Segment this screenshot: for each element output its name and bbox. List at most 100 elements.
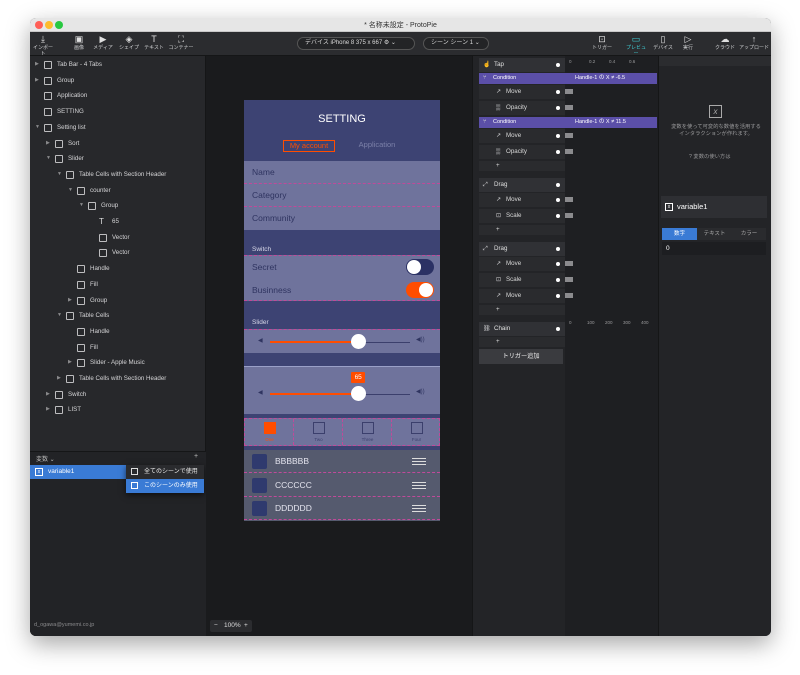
layer-row[interactable]: ▶ LIST <box>30 402 206 418</box>
disclosure-arrow-icon[interactable]: ▼ <box>57 308 62 324</box>
timeline-block[interactable] <box>565 105 573 110</box>
layer-row[interactable]: ▶ Switch <box>30 387 206 403</box>
text-button[interactable]: T テキスト <box>143 34 165 51</box>
timeline-block[interactable] <box>565 293 573 298</box>
response-row[interactable]: ↗ Move <box>479 193 565 207</box>
layer-row[interactable]: ▼ Group <box>30 198 206 214</box>
condition-row[interactable]: ⑂ Condition Handle-1 の X ≠ 11.5 <box>479 117 657 128</box>
add-response-button[interactable]: + <box>479 225 565 235</box>
tab-3[interactable]: Three <box>343 419 392 445</box>
menu-item-all-scenes[interactable]: 全てのシーンで使用 <box>126 465 204 479</box>
variables-header[interactable]: 変数 ⌄ <box>36 454 55 463</box>
response-row[interactable]: ↗ Move <box>479 129 565 143</box>
add-response-button[interactable]: + <box>479 161 565 171</box>
timeline-block[interactable] <box>565 213 573 218</box>
reorder-handle-icon[interactable] <box>412 481 426 489</box>
response-row[interactable]: ▒ Opacity <box>479 101 565 115</box>
timeline-block[interactable] <box>565 149 573 154</box>
disclosure-arrow-icon[interactable]: ▶ <box>68 355 72 371</box>
image-button[interactable]: ▣ 画像 <box>70 34 88 51</box>
run-button[interactable]: ▷ 実行 <box>679 34 697 51</box>
disclosure-arrow-icon[interactable]: ▶ <box>35 57 39 73</box>
shape-button[interactable]: ◈ シェイプ <box>118 34 140 51</box>
timeline-block[interactable] <box>565 277 573 282</box>
layer-row[interactable]: Fill <box>30 277 206 293</box>
response-row[interactable]: ↗ Move <box>479 289 565 303</box>
zoom-level[interactable]: 100% <box>224 620 241 632</box>
trigger-drag[interactable]: ⤢ Drag <box>479 242 565 256</box>
response-row[interactable]: ⊡ Scale <box>479 273 565 287</box>
media-button[interactable]: ▶ メディア <box>92 34 114 51</box>
tab-1[interactable]: One <box>245 419 294 445</box>
variable-item[interactable]: x variable1 <box>30 465 126 479</box>
disclosure-arrow-icon[interactable]: ▼ <box>79 198 84 214</box>
layer-row[interactable]: ▼ counter <box>30 183 206 199</box>
zoom-out-button[interactable]: − <box>214 620 218 632</box>
disclosure-arrow-icon[interactable]: ▶ <box>46 387 50 403</box>
timeline-block[interactable] <box>565 89 573 94</box>
condition-row[interactable]: ⑂ Condition Handle-1 の X ≠ -6.5 <box>479 73 657 84</box>
upload-button[interactable]: ↑ アップロード <box>739 34 769 51</box>
response-row[interactable]: ↗ Move <box>479 85 565 99</box>
reorder-handle-icon[interactable] <box>412 458 426 465</box>
layer-row[interactable]: ▶ Slider - Apple Music <box>30 355 206 371</box>
list-item[interactable]: DDDDDD <box>244 497 440 521</box>
device-selector[interactable]: デバイス iPhone 8 375 x 667 ⚙ ⌄ <box>297 37 415 50</box>
layer-row[interactable]: Fill <box>30 340 206 356</box>
trigger-drag[interactable]: ⤢ Drag <box>479 178 565 192</box>
row-community[interactable]: Community <box>252 213 295 223</box>
segment-application[interactable]: Application <box>348 140 406 152</box>
timeline-block[interactable] <box>565 197 573 202</box>
layer-row[interactable]: ▶ Group <box>30 73 206 89</box>
variable-value-input[interactable]: 0 <box>662 242 766 255</box>
tab-number[interactable]: 数字 <box>662 228 697 240</box>
tab-text[interactable]: テキスト <box>697 228 732 240</box>
trigger-tap[interactable]: ☝ Tap <box>479 58 565 72</box>
response-row[interactable]: ↗ Move <box>479 257 565 271</box>
disclosure-arrow-icon[interactable]: ▶ <box>68 293 72 309</box>
variable-help-link[interactable]: ? 変数の使い方は <box>689 152 731 160</box>
import-button[interactable]: ⤓ インポート <box>32 34 54 57</box>
list-item[interactable]: BBBBBB <box>244 450 440 473</box>
row-name[interactable]: Name <box>252 167 275 177</box>
menu-item-this-scene[interactable]: このシーンのみ使用 <box>126 479 204 493</box>
response-row[interactable]: ⊡ Scale <box>479 209 565 223</box>
reorder-handle-icon[interactable] <box>412 505 426 513</box>
layer-row[interactable]: ▶ Sort <box>30 136 206 152</box>
canvas[interactable]: SETTING My account Application Name Cate… <box>206 56 472 636</box>
slider-handle[interactable] <box>351 386 367 401</box>
layer-row[interactable]: Vector <box>30 245 206 261</box>
layer-row[interactable]: ▶ Group <box>30 293 206 309</box>
layer-row[interactable]: ▼ Table Cells with Section Header <box>30 167 206 183</box>
response-row[interactable]: ▒ Opacity <box>479 145 565 159</box>
segment-my-account[interactable]: My account <box>283 140 335 152</box>
trigger-chain[interactable]: ⛓ Chain <box>479 322 565 336</box>
layer-row[interactable]: Application <box>30 88 206 104</box>
layer-row[interactable]: ▶ Table Cells with Section Header <box>30 371 206 387</box>
trigger-button[interactable]: ⊡ トリガー <box>591 34 613 51</box>
zoom-in-button[interactable]: + <box>244 620 248 632</box>
disclosure-arrow-icon[interactable]: ▶ <box>35 73 39 89</box>
row-category[interactable]: Category <box>252 190 287 200</box>
device-button[interactable]: ▯ デバイス <box>652 34 674 51</box>
layer-row[interactable]: ▶ Tab Bar - 4 Tabs <box>30 57 206 73</box>
list-item[interactable]: CCCCCC <box>244 474 440 497</box>
tab-2[interactable]: Two <box>294 419 343 445</box>
preview-button[interactable]: ▭ プレビュー <box>624 34 648 57</box>
layer-row[interactable]: Handle <box>30 261 206 277</box>
disclosure-arrow-icon[interactable]: ▶ <box>57 371 61 387</box>
timeline-block[interactable] <box>565 133 573 138</box>
disclosure-arrow-icon[interactable]: ▶ <box>46 402 50 418</box>
layer-row[interactable]: ▼ Table Cells <box>30 308 206 324</box>
container-button[interactable]: ⛶ コンテナー <box>167 34 195 51</box>
add-response-button[interactable]: + <box>479 337 565 347</box>
slider-handle[interactable] <box>351 334 367 349</box>
disclosure-arrow-icon[interactable]: ▼ <box>68 183 73 199</box>
layer-row[interactable]: ▼ Slider <box>30 151 206 167</box>
timeline-block[interactable] <box>565 261 573 266</box>
secret-toggle[interactable] <box>406 259 434 275</box>
add-trigger-button[interactable]: トリガー追加 <box>479 349 563 364</box>
tab-color[interactable]: カラー <box>732 228 766 240</box>
add-response-button[interactable]: + <box>479 305 565 315</box>
layer-row[interactable]: Vector <box>30 230 206 246</box>
